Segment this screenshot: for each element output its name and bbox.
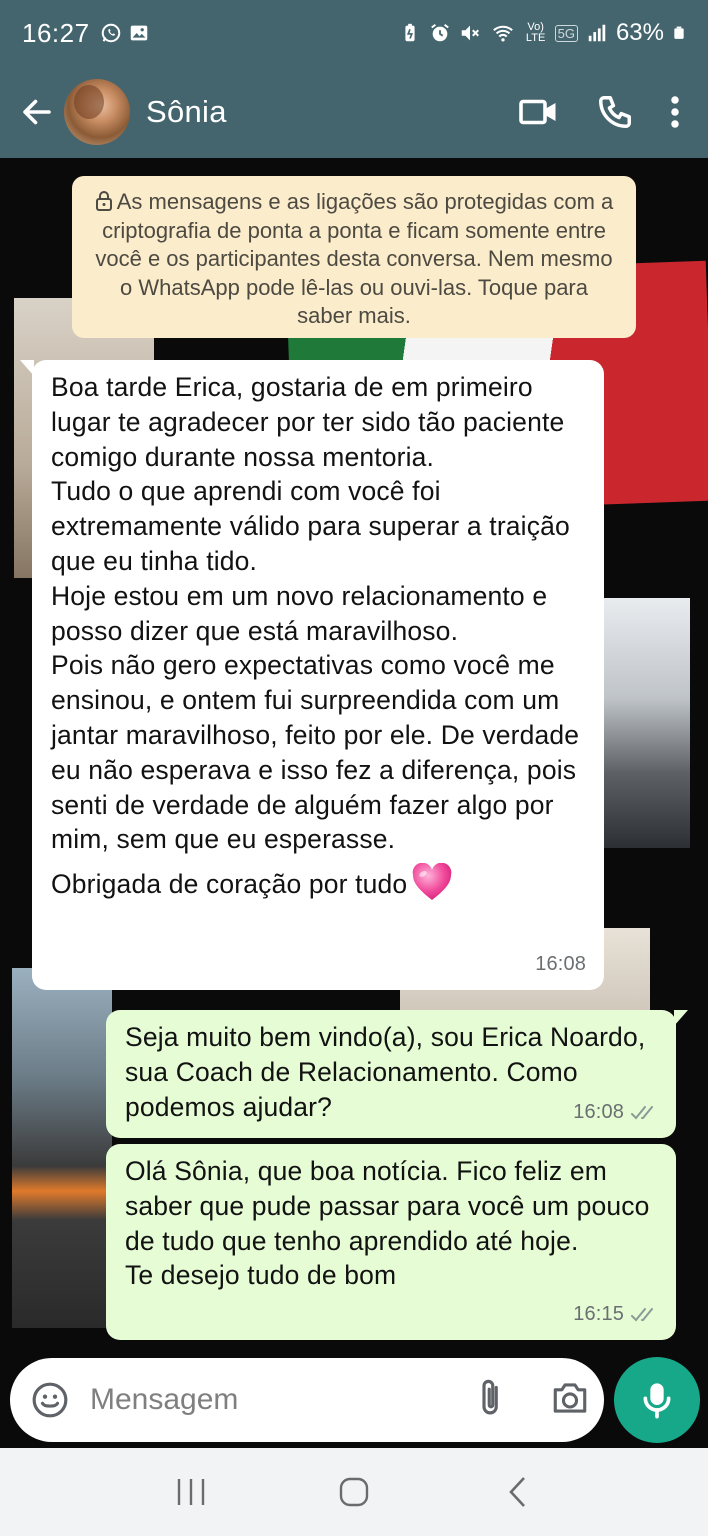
lock-icon	[95, 191, 112, 211]
mute-icon	[461, 25, 479, 41]
system-navigation-bar	[0, 1448, 708, 1536]
more-options-button[interactable]	[670, 94, 680, 130]
recent-apps-button[interactable]	[161, 1462, 221, 1522]
battery-saver-icon	[405, 23, 415, 42]
attach-button[interactable]	[476, 1377, 506, 1424]
chevron-left-icon	[508, 1477, 525, 1507]
voice-message-button[interactable]	[614, 1357, 700, 1443]
message-composer	[10, 1358, 604, 1442]
message-time: 16:08	[535, 953, 586, 976]
message-time: 16:15	[573, 1303, 624, 1326]
battery-percent: 63%	[615, 19, 664, 46]
camera-button[interactable]	[550, 1380, 590, 1421]
message-closing-text: Obrigada de coração por tudo	[51, 869, 408, 900]
wallpaper-photo-house	[12, 968, 112, 1328]
microphone-icon	[643, 1383, 671, 1419]
battery-icon	[674, 26, 684, 39]
status-time: 16:27	[22, 17, 90, 48]
contact-name[interactable]: Sônia	[146, 94, 227, 130]
avatar[interactable]	[64, 79, 130, 145]
video-call-icon	[519, 99, 556, 125]
back-button[interactable]	[12, 82, 62, 142]
paperclip-icon	[482, 1379, 498, 1414]
network-type: 5G	[554, 24, 578, 42]
phone-icon	[599, 96, 631, 128]
volte-label: Vo) LTE	[525, 21, 546, 44]
message-text: Boa tarde Erica, gostaria de em primeiro…	[51, 372, 580, 855]
video-call-button[interactable]	[518, 95, 560, 129]
message-text: Olá Sônia, que boa notícia. Fico feliz e…	[125, 1156, 650, 1291]
recent-apps-icon	[178, 1479, 205, 1505]
gallery-notification-icon	[130, 25, 147, 41]
chat-header: Sônia	[0, 66, 708, 158]
message-outgoing[interactable]: Olá Sônia, que boa notícia. Fico feliz e…	[106, 1144, 676, 1340]
alarm-icon	[430, 23, 449, 42]
whatsapp-notification-icon	[101, 23, 120, 43]
more-icon	[671, 96, 679, 128]
back-nav-button[interactable]	[487, 1462, 547, 1522]
wallpaper-photo-car	[600, 598, 690, 848]
home-icon	[339, 1477, 369, 1507]
emoji-button[interactable]	[30, 1380, 70, 1420]
voice-call-button[interactable]	[596, 93, 634, 131]
message-input[interactable]	[90, 1383, 476, 1417]
status-bar: 16:27 Vo) LTE 5G 63%	[0, 0, 708, 66]
encryption-notice[interactable]: As mensagens e as ligações são protegida…	[72, 176, 636, 338]
pink-heart-icon	[412, 863, 452, 901]
message-time: 16:08	[573, 1101, 624, 1124]
camera-icon	[553, 1382, 587, 1413]
message-outgoing[interactable]: Seja muito bem vindo(a), sou Erica Noard…	[106, 1010, 688, 1138]
chat-area[interactable]: As mensagens e as ligações são protegida…	[0, 158, 708, 1448]
double-check-icon	[631, 1307, 653, 1322]
signal-icon	[588, 24, 606, 42]
wifi-icon	[492, 25, 513, 42]
emoji-icon	[32, 1382, 68, 1418]
encryption-notice-text: As mensagens e as ligações são protegida…	[95, 189, 614, 328]
home-button[interactable]	[324, 1462, 384, 1522]
back-arrow-icon	[23, 99, 51, 125]
message-incoming[interactable]: Boa tarde Erica, gostaria de em primeiro…	[20, 360, 604, 990]
double-check-icon	[631, 1105, 653, 1120]
